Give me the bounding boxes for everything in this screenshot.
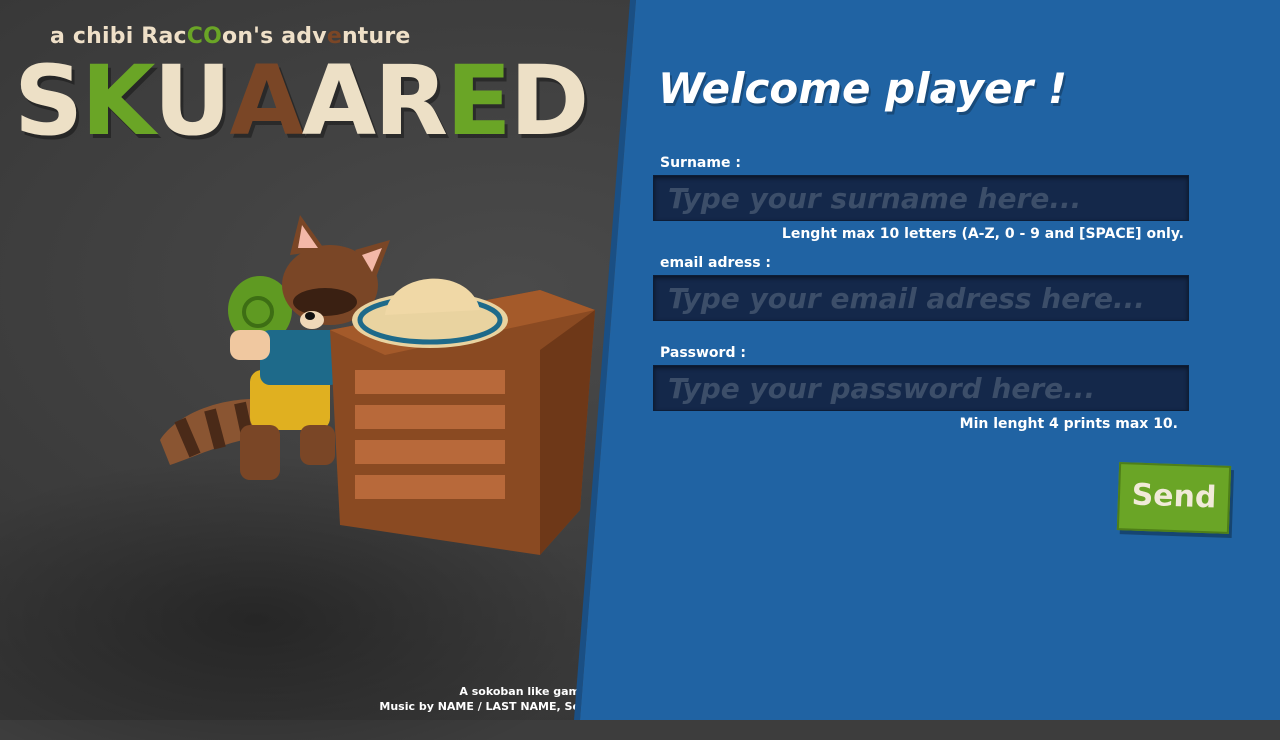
- email-label: email adress :: [660, 255, 772, 271]
- game-logo: SKUAARED: [14, 45, 590, 157]
- credits-text: A sokoban like gam Music by NAME / LAST …: [379, 685, 580, 713]
- password-hint: Min lenght 4 prints max 10.: [959, 416, 1178, 432]
- password-input[interactable]: [653, 365, 1189, 411]
- logo-letter: U: [153, 45, 232, 157]
- logo-letter: E: [446, 45, 512, 157]
- surname-hint: Lenght max 10 letters (A-Z, 0 - 9 and [S…: [781, 226, 1184, 242]
- welcome-heading: Welcome player !: [658, 64, 1068, 113]
- logo-letter: D: [509, 45, 590, 157]
- email-input[interactable]: [653, 275, 1189, 321]
- logo-letter: K: [81, 45, 155, 157]
- logo-letter: A: [301, 45, 376, 157]
- password-label: Password :: [660, 345, 746, 361]
- surname-label: Surname :: [660, 155, 741, 171]
- logo-letter: A: [229, 45, 303, 157]
- send-button[interactable]: Send: [1116, 462, 1232, 534]
- logo-letter: R: [374, 45, 448, 157]
- logo-letter: S: [14, 45, 83, 157]
- surname-input[interactable]: [653, 175, 1189, 221]
- raccoon-pushing-crate-illustration: [160, 215, 595, 555]
